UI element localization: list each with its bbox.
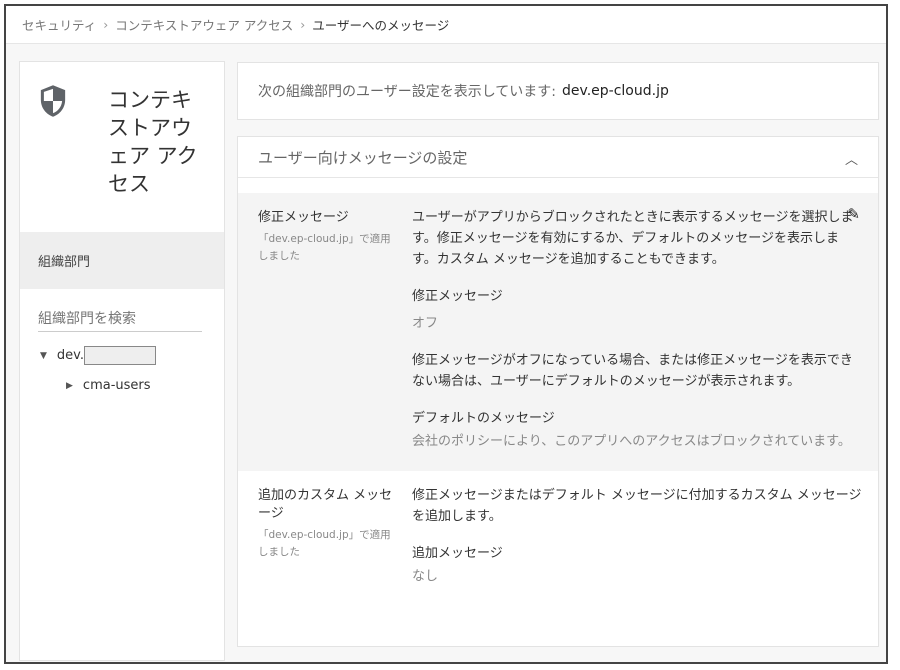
field-label: 修正メッセージ	[412, 289, 503, 304]
org-units-header[interactable]: 組織部門	[20, 232, 224, 289]
field-label: デフォルトのメッセージ	[412, 411, 555, 426]
section-description: 修正メッセージまたはデフォルト メッセージに付加するカスタム メッセージを追加し…	[412, 488, 862, 524]
sidebar-title: コンテキストアウェア アクセス	[108, 88, 198, 196]
tree-item-cma-users[interactable]: ▶ cma-users	[66, 378, 151, 393]
setting-section-remediation[interactable]: 修正メッセージ 「dev.ep-cloud.jp」で適用しました ユーザーがアプ…	[238, 193, 878, 471]
applied-note: 「dev.ep-cloud.jp」で適用しました	[258, 233, 391, 262]
tree-item-label: cma-users	[82, 378, 151, 393]
card-header[interactable]: ユーザー向けメッセージの設定 ︿	[238, 137, 878, 178]
breadcrumb-current: ユーザーへのメッセージ	[312, 18, 450, 33]
info-text: 次の組織部門のユーザー設定を表示しています:	[258, 84, 557, 100]
org-unit-search-input[interactable]	[38, 309, 202, 332]
expand-down-icon[interactable]: ▼	[40, 351, 47, 361]
chevron-up-icon[interactable]: ︿	[845, 149, 858, 168]
org-info-banner: 次の組織部門のユーザー設定を表示しています: dev.ep-cloud.jp	[237, 62, 879, 120]
field-value: なし	[412, 569, 439, 584]
field-value: 会社のポリシーにより、このアプリへのアクセスはブロックされています。	[412, 434, 851, 449]
shield-icon	[40, 85, 66, 117]
note: 修正メッセージがオフになっている場合、または修正メッセージを表示できない場合は、…	[412, 353, 853, 389]
card-title: ユーザー向けメッセージの設定	[258, 148, 468, 167]
breadcrumb-security[interactable]: セキュリティ	[22, 15, 96, 34]
edit-pencil-icon[interactable]: ✎	[847, 205, 860, 223]
field-value: オフ	[412, 316, 439, 331]
redacted-box	[84, 346, 156, 365]
sidebar: コンテキストアウェア アクセス 組織部門 ▼ dev. ▶ cma-users	[19, 61, 225, 661]
info-org: dev.ep-cloud.jp	[562, 83, 669, 99]
field-label: 追加メッセージ	[412, 546, 503, 561]
section-description: ユーザーがアプリからブロックされたときに表示するメッセージを選択します。修正メッ…	[412, 210, 854, 267]
breadcrumb-separator: ›	[103, 17, 109, 32]
settings-card: ユーザー向けメッセージの設定 ︿ 修正メッセージ 「dev.ep-cloud.j…	[237, 136, 879, 647]
expand-right-icon[interactable]: ▶	[66, 381, 73, 391]
breadcrumb-context-aware[interactable]: コンテキストアウェア アクセス	[115, 15, 293, 34]
tree-item-label: dev.	[56, 348, 84, 363]
setting-section-custom-message[interactable]: 追加のカスタム メッセージ 「dev.ep-cloud.jp」で適用しました 修…	[238, 471, 878, 621]
section-label: 追加のカスタム メッセージ	[258, 488, 393, 521]
breadcrumb-separator: ›	[300, 17, 306, 32]
applied-note: 「dev.ep-cloud.jp」で適用しました	[258, 529, 391, 558]
tree-item-root[interactable]: ▼ dev.	[40, 346, 156, 365]
breadcrumb: セキュリティ › コンテキストアウェア アクセス › ユーザーへのメッセージ	[6, 6, 886, 44]
section-label: 修正メッセージ	[258, 210, 349, 225]
org-units-label: 組織部門	[38, 255, 91, 270]
app-frame: セキュリティ › コンテキストアウェア アクセス › ユーザーへのメッセージ コ…	[4, 4, 888, 664]
